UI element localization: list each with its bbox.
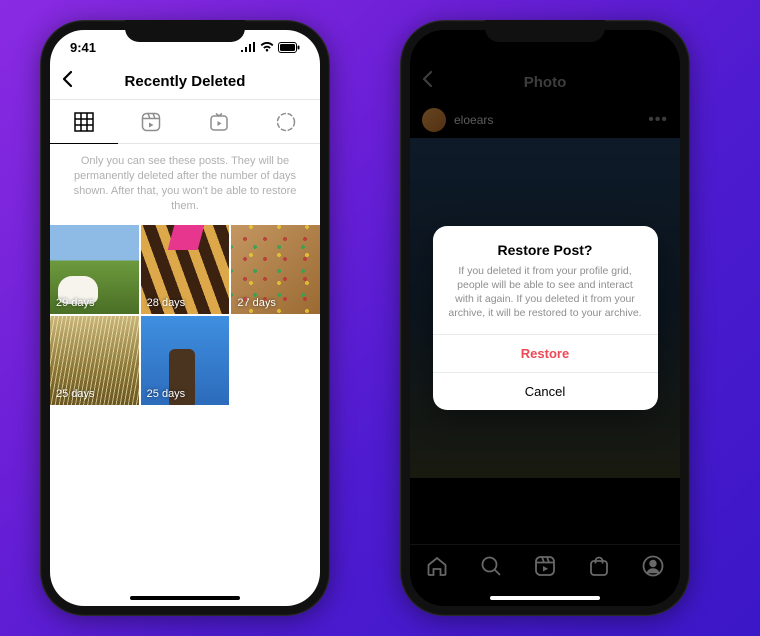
phone-mockup-left: 9:41 Recently Deleted [40,20,330,616]
info-text: Only you can see these posts. They will … [50,144,320,225]
deleted-grid: 29 days 28 days 27 days 25 days 25 days [50,225,320,404]
cancel-button[interactable]: Cancel [433,372,658,410]
device-notch [485,20,605,42]
days-remaining: 27 days [237,297,276,309]
deleted-item[interactable]: 28 days [141,225,230,314]
phone-mockup-right: Photo eloears ••• Restore Post? If you d… [400,20,690,616]
status-time: 9:41 [70,40,96,55]
chevron-left-icon [62,70,73,88]
status-indicators [240,42,300,53]
days-remaining: 29 days [56,297,95,309]
days-remaining: 28 days [147,297,186,309]
days-remaining: 25 days [147,388,186,400]
screen-recently-deleted: 9:41 Recently Deleted [50,30,320,606]
deleted-item[interactable]: 25 days [50,316,139,405]
modal-overlay: Restore Post? If you deleted it from you… [410,30,680,606]
screen-photo-detail: Photo eloears ••• Restore Post? If you d… [410,30,680,606]
igtv-icon [209,112,229,132]
restore-button[interactable]: Restore [433,334,658,372]
deleted-item[interactable]: 27 days [231,225,320,314]
story-ring-icon [276,112,296,132]
dialog-body: If you deleted it from your profile grid… [447,264,644,321]
deleted-item[interactable]: 25 days [141,316,230,405]
tab-story[interactable] [253,100,321,144]
battery-icon [278,42,300,53]
deleted-item[interactable]: 29 days [50,225,139,314]
wifi-icon [260,42,274,52]
restore-dialog: Restore Post? If you deleted it from you… [433,226,658,411]
tab-grid[interactable] [50,100,118,144]
dialog-title: Restore Post? [447,242,644,258]
tab-reels[interactable] [118,100,186,144]
content-type-tabs [50,100,320,144]
days-remaining: 25 days [56,388,95,400]
home-indicator[interactable] [490,596,600,600]
reels-icon [141,112,161,132]
page-title: Recently Deleted [50,73,320,90]
device-notch [125,20,245,42]
grid-icon [74,112,94,132]
home-indicator[interactable] [130,596,240,600]
cellular-icon [240,42,256,52]
nav-bar: Recently Deleted [50,64,320,100]
back-button[interactable] [62,70,73,94]
tab-igtv[interactable] [185,100,253,144]
